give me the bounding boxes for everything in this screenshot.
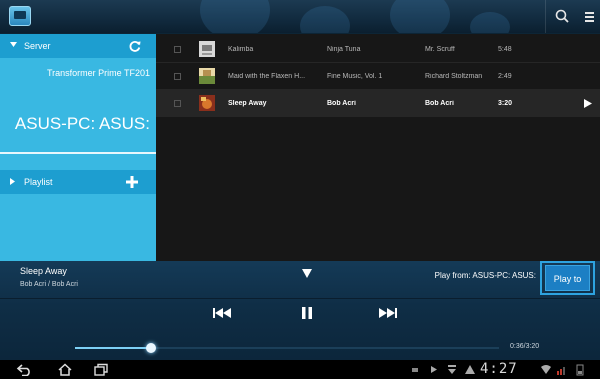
seek-bar[interactable] (75, 343, 499, 353)
warning-icon (465, 365, 475, 374)
chevron-down-icon[interactable] (302, 269, 312, 278)
server-section-label: Server (24, 41, 51, 51)
back-icon[interactable] (16, 363, 34, 376)
track-duration: 5:48 (498, 46, 512, 53)
track-artist: Bob Acri (425, 100, 454, 107)
background-decoration (300, 6, 350, 33)
seek-bar-handle[interactable] (146, 343, 157, 353)
now-playing-icon (584, 99, 592, 108)
sidebar: Server Transformer Prime TF201 ASUS-PC: … (0, 34, 156, 261)
album-art-thumbnail (199, 68, 215, 84)
now-playing-artist: Bob Acri / Bob Acri (20, 281, 78, 288)
overflow-menu-icon[interactable] (577, 6, 600, 28)
download-icon (448, 365, 456, 374)
table-row[interactable]: Kalimba Ninja Tuna Mr. Scruff 5:48 (156, 36, 600, 63)
row-checkbox[interactable] (174, 73, 181, 80)
server-section-header[interactable]: Server (0, 34, 156, 58)
media-server-icon[interactable] (9, 6, 31, 26)
track-title: Kalimba (228, 46, 254, 53)
system-clock: 4:27 (480, 361, 518, 377)
server-item-transformer[interactable]: Transformer Prime TF201 (0, 68, 150, 78)
system-navigation-bar: 4:27 (0, 360, 600, 379)
selection-indicator (0, 152, 156, 154)
background-decoration (470, 12, 510, 33)
background-decoration (200, 0, 270, 33)
track-album: Fine Music, Vol. 1 (327, 73, 383, 80)
track-duration: 2:49 (498, 73, 512, 80)
previous-track-icon[interactable] (212, 306, 232, 320)
battery-icon (576, 364, 584, 376)
track-title: Sleep Away (228, 100, 267, 107)
search-icon[interactable] (551, 6, 575, 28)
album-art-thumbnail (199, 41, 215, 57)
recent-apps-icon[interactable] (93, 363, 109, 376)
track-artist: Mr. Scruff (425, 46, 455, 53)
chevron-down-icon (10, 42, 17, 47)
track-list: Kalimba Ninja Tuna Mr. Scruff 5:48 Maid … (156, 34, 600, 261)
playlist-section-label: Playlist (24, 177, 53, 187)
table-row[interactable]: Sleep Away Bob Acri Bob Acri 3:20 (156, 90, 600, 117)
table-row[interactable]: Maid with the Flaxen H... Fine Music, Vo… (156, 63, 600, 90)
home-icon[interactable] (57, 363, 73, 376)
now-playing-bar: Sleep Away Bob Acri / Bob Acri Play from… (0, 261, 600, 360)
usb-icon (412, 368, 418, 372)
media-play-status-icon (431, 366, 437, 373)
wifi-icon (541, 365, 551, 374)
row-checkbox[interactable] (174, 100, 181, 107)
next-track-icon[interactable] (378, 306, 398, 320)
background-decoration (390, 0, 450, 33)
track-duration: 3:20 (498, 100, 513, 107)
row-checkbox[interactable] (174, 46, 181, 53)
action-bar (0, 0, 600, 34)
seek-bar-progress (75, 347, 152, 349)
playlist-section-header[interactable]: Playlist (0, 170, 156, 194)
time-readout: 0:36/3:20 (510, 343, 540, 350)
divider (545, 0, 546, 33)
chevron-right-icon (10, 178, 15, 185)
divider (0, 298, 600, 299)
server-item-asus-pc[interactable]: ASUS-PC: ASUS: (0, 114, 150, 134)
refresh-icon[interactable] (128, 39, 142, 53)
album-art-thumbnail (199, 95, 215, 111)
add-playlist-icon[interactable] (125, 175, 139, 189)
track-album: Bob Acri (327, 100, 356, 107)
pause-icon[interactable] (301, 306, 313, 320)
now-playing-title: Sleep Away (20, 266, 67, 276)
play-to-button[interactable]: Play to (545, 265, 590, 291)
play-from-label: Play from: ASUS-PC: ASUS: (434, 271, 536, 280)
track-album: Ninja Tuna (327, 46, 361, 53)
track-artist: Richard Stoltzman (425, 73, 483, 80)
signal-icon (557, 367, 565, 375)
track-title: Maid with the Flaxen H... (228, 73, 306, 80)
